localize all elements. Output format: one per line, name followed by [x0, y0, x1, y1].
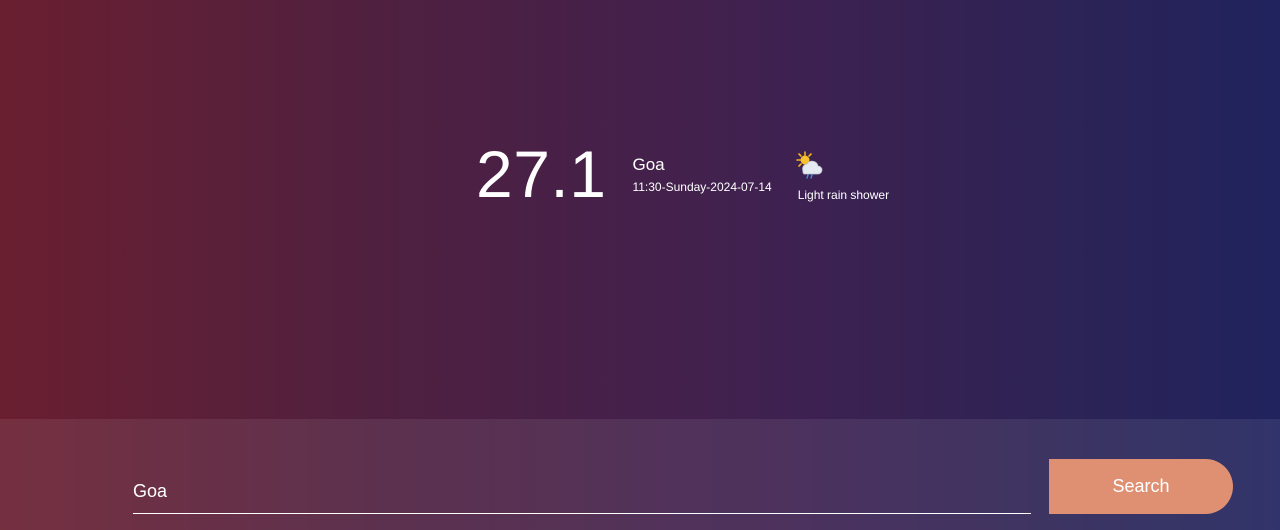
city-name: Goa: [632, 155, 665, 174]
temperature: 27.1: [476, 137, 607, 211]
weather-app: 27.1 Goa 11:30-Sunday-2024-07-14 Light r…: [0, 0, 1280, 530]
condition-text: Light rain shower: [797, 188, 890, 202]
date-time: 11:30-Sunday-2024-07-14: [632, 180, 772, 194]
search-button[interactable]: Search: [1049, 459, 1233, 514]
location-block: Goa 11:30-Sunday-2024-07-14: [632, 155, 771, 194]
search-input[interactable]: [133, 470, 1031, 514]
weather-summary: 27.1 Goa 11:30-Sunday-2024-07-14 Light r…: [476, 138, 889, 210]
condition-block: Light rain shower: [794, 150, 889, 202]
sun-cloud-rain-icon: [795, 151, 823, 179]
